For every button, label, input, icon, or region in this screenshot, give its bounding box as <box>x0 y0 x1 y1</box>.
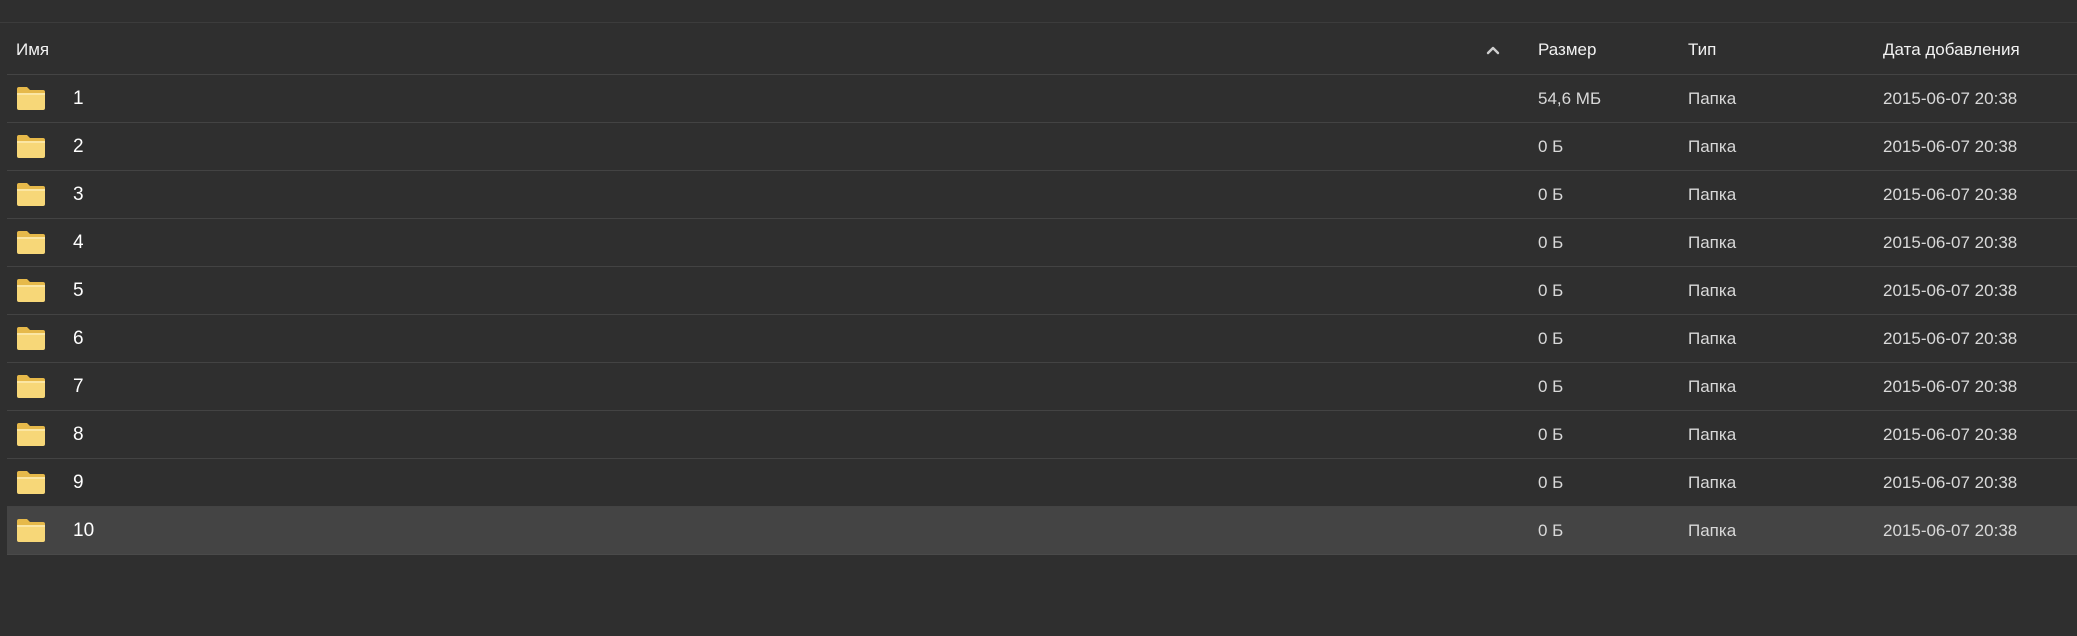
folder-icon <box>17 519 45 542</box>
file-size: 54,6 МБ <box>1538 89 1602 108</box>
table-row[interactable]: 10 0 Б Папка 2015-06-07 20:38 <box>7 507 2077 555</box>
folder-icon <box>17 231 45 254</box>
file-size: 0 Б <box>1538 281 1564 300</box>
file-name: 4 <box>73 232 84 253</box>
file-size: 0 Б <box>1538 377 1564 396</box>
file-date: 2015-06-07 20:38 <box>1883 281 2018 300</box>
file-name: 9 <box>73 472 84 493</box>
column-header-name[interactable]: Имя <box>16 26 49 74</box>
folder-icon <box>17 183 45 206</box>
column-header-date[interactable]: Дата добавления <box>1883 26 2020 74</box>
file-type: Папка <box>1688 137 1737 156</box>
file-name: 10 <box>73 520 95 541</box>
file-name: 3 <box>73 184 84 205</box>
table-header: Имя Размер Тип Дата добавления <box>7 26 2077 75</box>
file-name: 7 <box>73 376 84 397</box>
file-table: Имя Размер Тип Дата добавления 1 54,6 МБ… <box>7 26 2077 555</box>
file-size: 0 Б <box>1538 473 1564 492</box>
file-size: 0 Б <box>1538 425 1564 444</box>
folder-icon <box>17 279 45 302</box>
folder-icon <box>17 375 45 398</box>
file-date: 2015-06-07 20:38 <box>1883 137 2018 156</box>
file-type: Папка <box>1688 329 1737 348</box>
file-type: Папка <box>1688 233 1737 252</box>
file-date: 2015-06-07 20:38 <box>1883 185 2018 204</box>
table-row[interactable]: 7 0 Б Папка 2015-06-07 20:38 <box>7 363 2077 411</box>
column-header-size[interactable]: Размер <box>1538 26 1596 74</box>
file-name: 6 <box>73 328 84 349</box>
file-date: 2015-06-07 20:38 <box>1883 521 2018 540</box>
table-row[interactable]: 8 0 Б Папка 2015-06-07 20:38 <box>7 411 2077 459</box>
table-row[interactable]: 3 0 Б Папка 2015-06-07 20:38 <box>7 171 2077 219</box>
file-size: 0 Б <box>1538 521 1564 540</box>
table-row[interactable]: 1 54,6 МБ Папка 2015-06-07 20:38 <box>7 75 2077 123</box>
file-date: 2015-06-07 20:38 <box>1883 425 2018 444</box>
table-row[interactable]: 9 0 Б Папка 2015-06-07 20:38 <box>7 459 2077 507</box>
file-name: 5 <box>73 280 84 301</box>
file-date: 2015-06-07 20:38 <box>1883 89 2018 108</box>
file-type: Папка <box>1688 377 1737 396</box>
folder-icon <box>17 135 45 158</box>
file-type: Папка <box>1688 521 1737 540</box>
file-name: 2 <box>73 136 84 157</box>
file-date: 2015-06-07 20:38 <box>1883 233 2018 252</box>
file-type: Папка <box>1688 185 1737 204</box>
file-size: 0 Б <box>1538 185 1564 204</box>
file-date: 2015-06-07 20:38 <box>1883 329 2018 348</box>
table-row[interactable]: 6 0 Б Папка 2015-06-07 20:38 <box>7 315 2077 363</box>
folder-icon <box>17 471 45 494</box>
table-row[interactable]: 4 0 Б Папка 2015-06-07 20:38 <box>7 219 2077 267</box>
file-type: Папка <box>1688 473 1737 492</box>
folder-icon <box>17 423 45 446</box>
file-type: Папка <box>1688 281 1737 300</box>
file-type: Папка <box>1688 425 1737 444</box>
file-size: 0 Б <box>1538 329 1564 348</box>
file-name: 1 <box>73 88 84 109</box>
file-date: 2015-06-07 20:38 <box>1883 473 2018 492</box>
file-name: 8 <box>73 424 84 445</box>
table-row[interactable]: 2 0 Б Папка 2015-06-07 20:38 <box>7 123 2077 171</box>
file-type: Папка <box>1688 89 1737 108</box>
table-body: 1 54,6 МБ Папка 2015-06-07 20:38 2 0 Б П… <box>7 75 2077 555</box>
top-strip <box>0 0 2077 23</box>
file-date: 2015-06-07 20:38 <box>1883 377 2018 396</box>
chevron-up-icon[interactable] <box>1486 43 1500 57</box>
file-size: 0 Б <box>1538 233 1564 252</box>
column-header-type[interactable]: Тип <box>1688 26 1716 74</box>
folder-icon <box>17 87 45 110</box>
table-row[interactable]: 5 0 Б Папка 2015-06-07 20:38 <box>7 267 2077 315</box>
folder-icon <box>17 327 45 350</box>
file-size: 0 Б <box>1538 137 1564 156</box>
